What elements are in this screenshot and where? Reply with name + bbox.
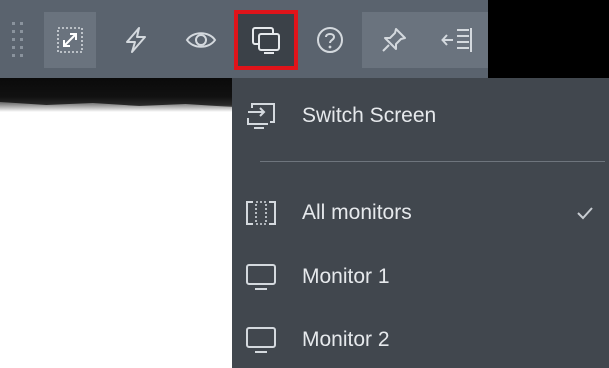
actions-button[interactable]: [110, 12, 162, 68]
switch-screen-button[interactable]: [234, 10, 298, 70]
fit-to-screen-icon: [56, 26, 84, 54]
monitor-icon: [244, 263, 278, 291]
switch-screen-menu-title: Switch Screen: [302, 104, 437, 127]
lightning-icon: [121, 25, 151, 55]
menu-item-label: All monitors: [302, 201, 412, 224]
eye-icon: [185, 28, 217, 52]
menu-item-monitor-1[interactable]: Monitor 1: [232, 253, 609, 301]
remote-screen-edge: [0, 78, 232, 112]
help-button[interactable]: [304, 12, 356, 68]
collapse-toolbar-button[interactable]: [426, 12, 488, 68]
switch-screen-menu-header[interactable]: Switch Screen: [232, 92, 609, 140]
menu-item-label: Monitor 1: [302, 265, 390, 288]
fit-screen-button[interactable]: [44, 12, 96, 68]
view-only-button[interactable]: [175, 12, 227, 68]
collapse-menu-icon: [441, 26, 473, 54]
menu-item-all-monitors[interactable]: All monitors: [232, 189, 609, 237]
question-circle-icon: [315, 25, 345, 55]
toolbar-drag-handle[interactable]: [10, 20, 28, 60]
remote-screen-top-area: [488, 0, 609, 78]
switch-screen-header-icon: [244, 102, 278, 130]
switch-screen-menu: Switch Screen All monitors Monitor 1 Mon…: [232, 78, 609, 368]
switch-screen-icon: [250, 25, 282, 55]
pin-icon: [379, 25, 409, 55]
monitor-icon: [244, 326, 278, 354]
pin-button[interactable]: [362, 12, 426, 68]
checkmark-icon: [575, 205, 595, 221]
all-monitors-icon: [244, 199, 278, 227]
session-toolbar: [0, 0, 488, 78]
menu-item-monitor-2[interactable]: Monitor 2: [232, 316, 609, 364]
menu-item-label: Monitor 2: [302, 328, 390, 351]
menu-separator: [260, 161, 605, 162]
remote-session-window: Switch Screen All monitors Monitor 1 Mon…: [0, 0, 609, 368]
